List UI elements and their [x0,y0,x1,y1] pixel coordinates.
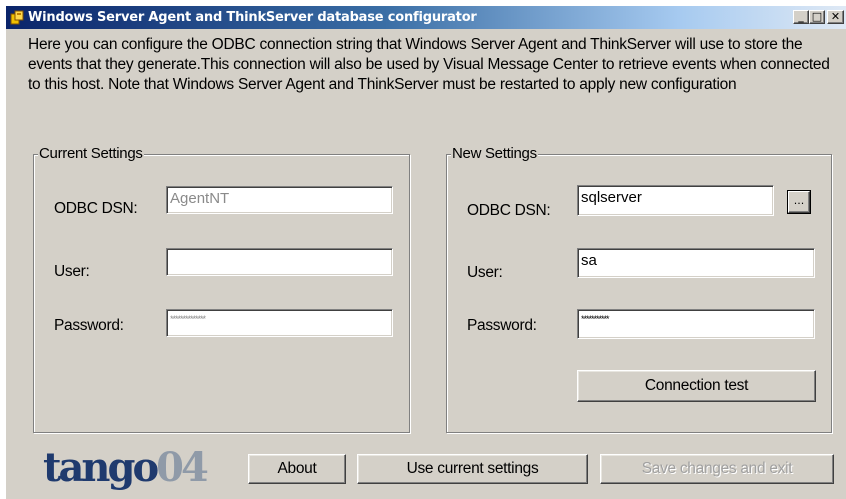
close-icon: ✕ [830,10,841,23]
intro-description: Here you can configure the ODBC connecti… [28,36,830,93]
minimize-icon: _ [798,10,804,23]
app-icon [10,10,24,25]
logo-text-04: 04 [156,444,209,491]
current-dsn-label: ODBC DSN: [54,200,138,217]
current-password-field: ************** [166,309,393,337]
current-settings-title: Current Settings [38,145,144,163]
new-dsn-field[interactable]: sqlserver [577,185,774,216]
use-current-settings-button[interactable]: Use current settings [357,454,588,484]
window-title: Windows Server Agent and ThinkServer dat… [28,10,477,25]
maximize-icon: □ [811,10,823,23]
close-button[interactable]: ✕ [827,10,844,24]
current-user-field [166,248,393,276]
new-user-field[interactable]: sa [577,248,815,278]
minimize-button[interactable]: _ [793,10,809,24]
new-dsn-label: ODBC DSN: [467,202,551,219]
new-settings-title: New Settings [451,145,538,163]
about-button[interactable]: About [248,454,346,484]
connection-test-button[interactable]: Connection test [577,370,816,402]
new-password-field[interactable]: *********** [577,309,815,339]
current-password-label: Password: [54,317,124,334]
new-user-label: User: [467,264,503,281]
logo-text-tango: tango [43,444,159,491]
current-user-label: User: [54,263,90,280]
title-bar[interactable]: Windows Server Agent and ThinkServer dat… [6,6,846,29]
browse-dsn-button[interactable]: ... [788,191,810,213]
save-changes-exit-button[interactable]: Save changes and exit [600,454,834,484]
new-password-label: Password: [467,317,537,334]
maximize-button[interactable]: □ [809,10,825,24]
tango04-logo: tango04 [43,448,209,488]
current-dsn-field: AgentNT [166,186,393,214]
configurator-window: Windows Server Agent and ThinkServer dat… [5,5,846,499]
